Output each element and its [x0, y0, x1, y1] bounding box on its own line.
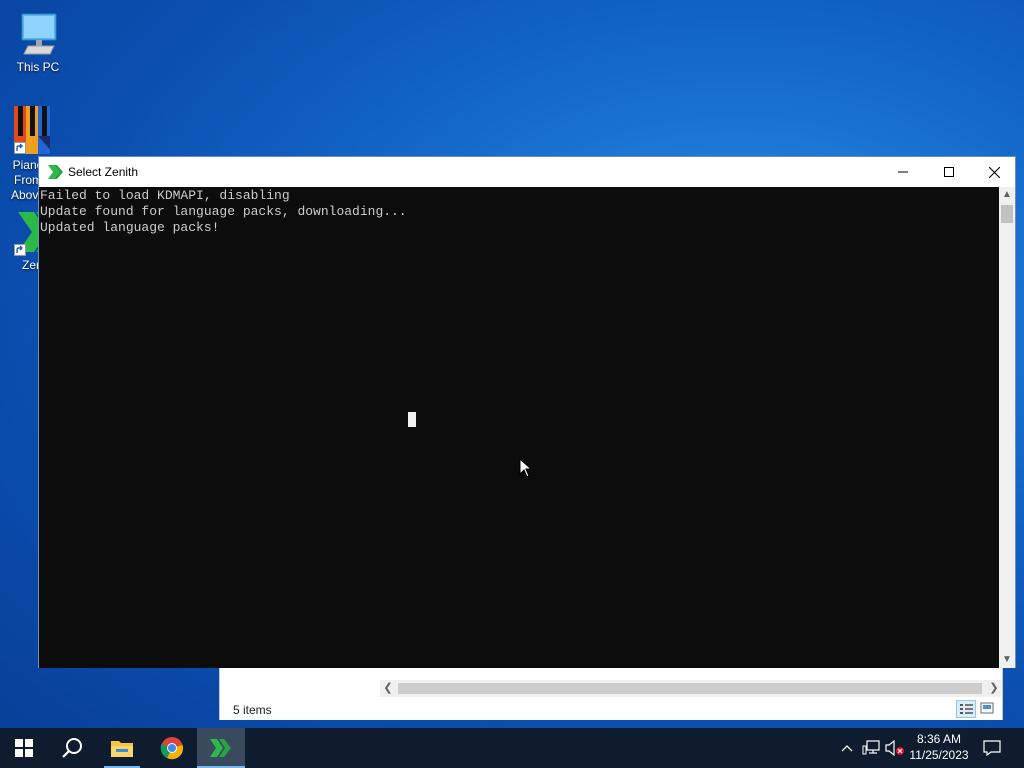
large-icons-view-icon [980, 702, 994, 714]
scrollbar-thumb[interactable] [398, 683, 982, 694]
clock-date: 11/25/2023 [909, 748, 969, 762]
console-line: Failed to load KDMAPI, disabling [40, 188, 290, 203]
zenith-icon [210, 739, 231, 757]
scroll-right-icon[interactable]: ❯ [986, 680, 1002, 697]
search-icon [62, 738, 82, 758]
details-view-button[interactable] [956, 700, 976, 718]
computer-icon [14, 10, 62, 58]
scroll-up-icon[interactable]: ▲ [999, 187, 1015, 203]
taskbar: 8:36 AM 11/25/2023 [0, 728, 1024, 768]
large-icons-view-button[interactable] [978, 700, 998, 718]
title-bar[interactable]: Select Zenith [39, 157, 1015, 187]
volume-button[interactable] [884, 728, 906, 768]
zenith-icon [48, 165, 64, 182]
notification-icon [983, 740, 1001, 756]
item-count: 5 items [233, 703, 272, 717]
window-title: Select Zenith [68, 165, 139, 179]
text-cursor [408, 412, 416, 427]
file-explorer-window: ❮ ❯ 5 items [219, 667, 1003, 720]
console-line: Updated language packs! [40, 220, 220, 235]
shortcut-arrow-icon [14, 244, 26, 256]
mouse-pointer-icon [519, 457, 533, 481]
start-icon [15, 739, 33, 757]
shortcut-arrow-icon [14, 142, 26, 154]
desktop-icon-label: This PC [16, 60, 60, 74]
minimize-icon [898, 171, 908, 173]
console-line: Update found for language packs, downloa… [40, 204, 407, 219]
desktop-icon-label: Zenith [22, 258, 38, 272]
zenith-icon [14, 208, 38, 256]
scroll-down-icon[interactable]: ▼ [999, 652, 1015, 668]
search-button[interactable] [48, 728, 96, 768]
network-button[interactable] [860, 728, 882, 768]
scroll-left-icon[interactable]: ❮ [380, 680, 396, 697]
action-center-button[interactable] [978, 728, 1006, 768]
chrome-icon [160, 737, 183, 760]
maximize-icon [944, 167, 954, 177]
clock[interactable]: 8:36 AM 11/25/2023 [905, 731, 973, 763]
clock-time: 8:36 AM [916, 732, 962, 746]
scrollbar-thumb[interactable] [1001, 205, 1013, 223]
console-window[interactable]: Select Zenith Failed to load KDMAPI, dis… [38, 156, 1016, 668]
vertical-scrollbar[interactable]: ▲ ▼ [999, 187, 1015, 668]
file-explorer-icon [111, 741, 133, 757]
close-button[interactable] [971, 157, 1017, 187]
taskbar-file-explorer[interactable] [98, 728, 146, 768]
taskbar-zenith[interactable] [197, 728, 245, 768]
close-icon [988, 166, 1000, 178]
chevron-up-icon [841, 745, 853, 752]
piano-keys-icon [14, 106, 50, 154]
show-hidden-icons-button[interactable] [838, 728, 856, 768]
console-output[interactable]: Failed to load KDMAPI, disabling Update … [39, 187, 1000, 668]
desktop-icon-zenith[interactable]: Zenith [0, 208, 38, 272]
volume-muted-icon [885, 740, 904, 756]
desktop-icon-this-pc[interactable]: This PC [0, 10, 76, 74]
details-view-icon [960, 704, 973, 714]
start-button[interactable] [0, 728, 48, 768]
minimize-button[interactable] [880, 157, 926, 187]
network-icon [862, 740, 880, 755]
taskbar-chrome[interactable] [148, 728, 196, 768]
horizontal-scrollbar[interactable]: ❮ ❯ [380, 680, 1002, 697]
status-bar: 5 items [220, 698, 1002, 720]
maximize-button[interactable] [926, 157, 972, 187]
